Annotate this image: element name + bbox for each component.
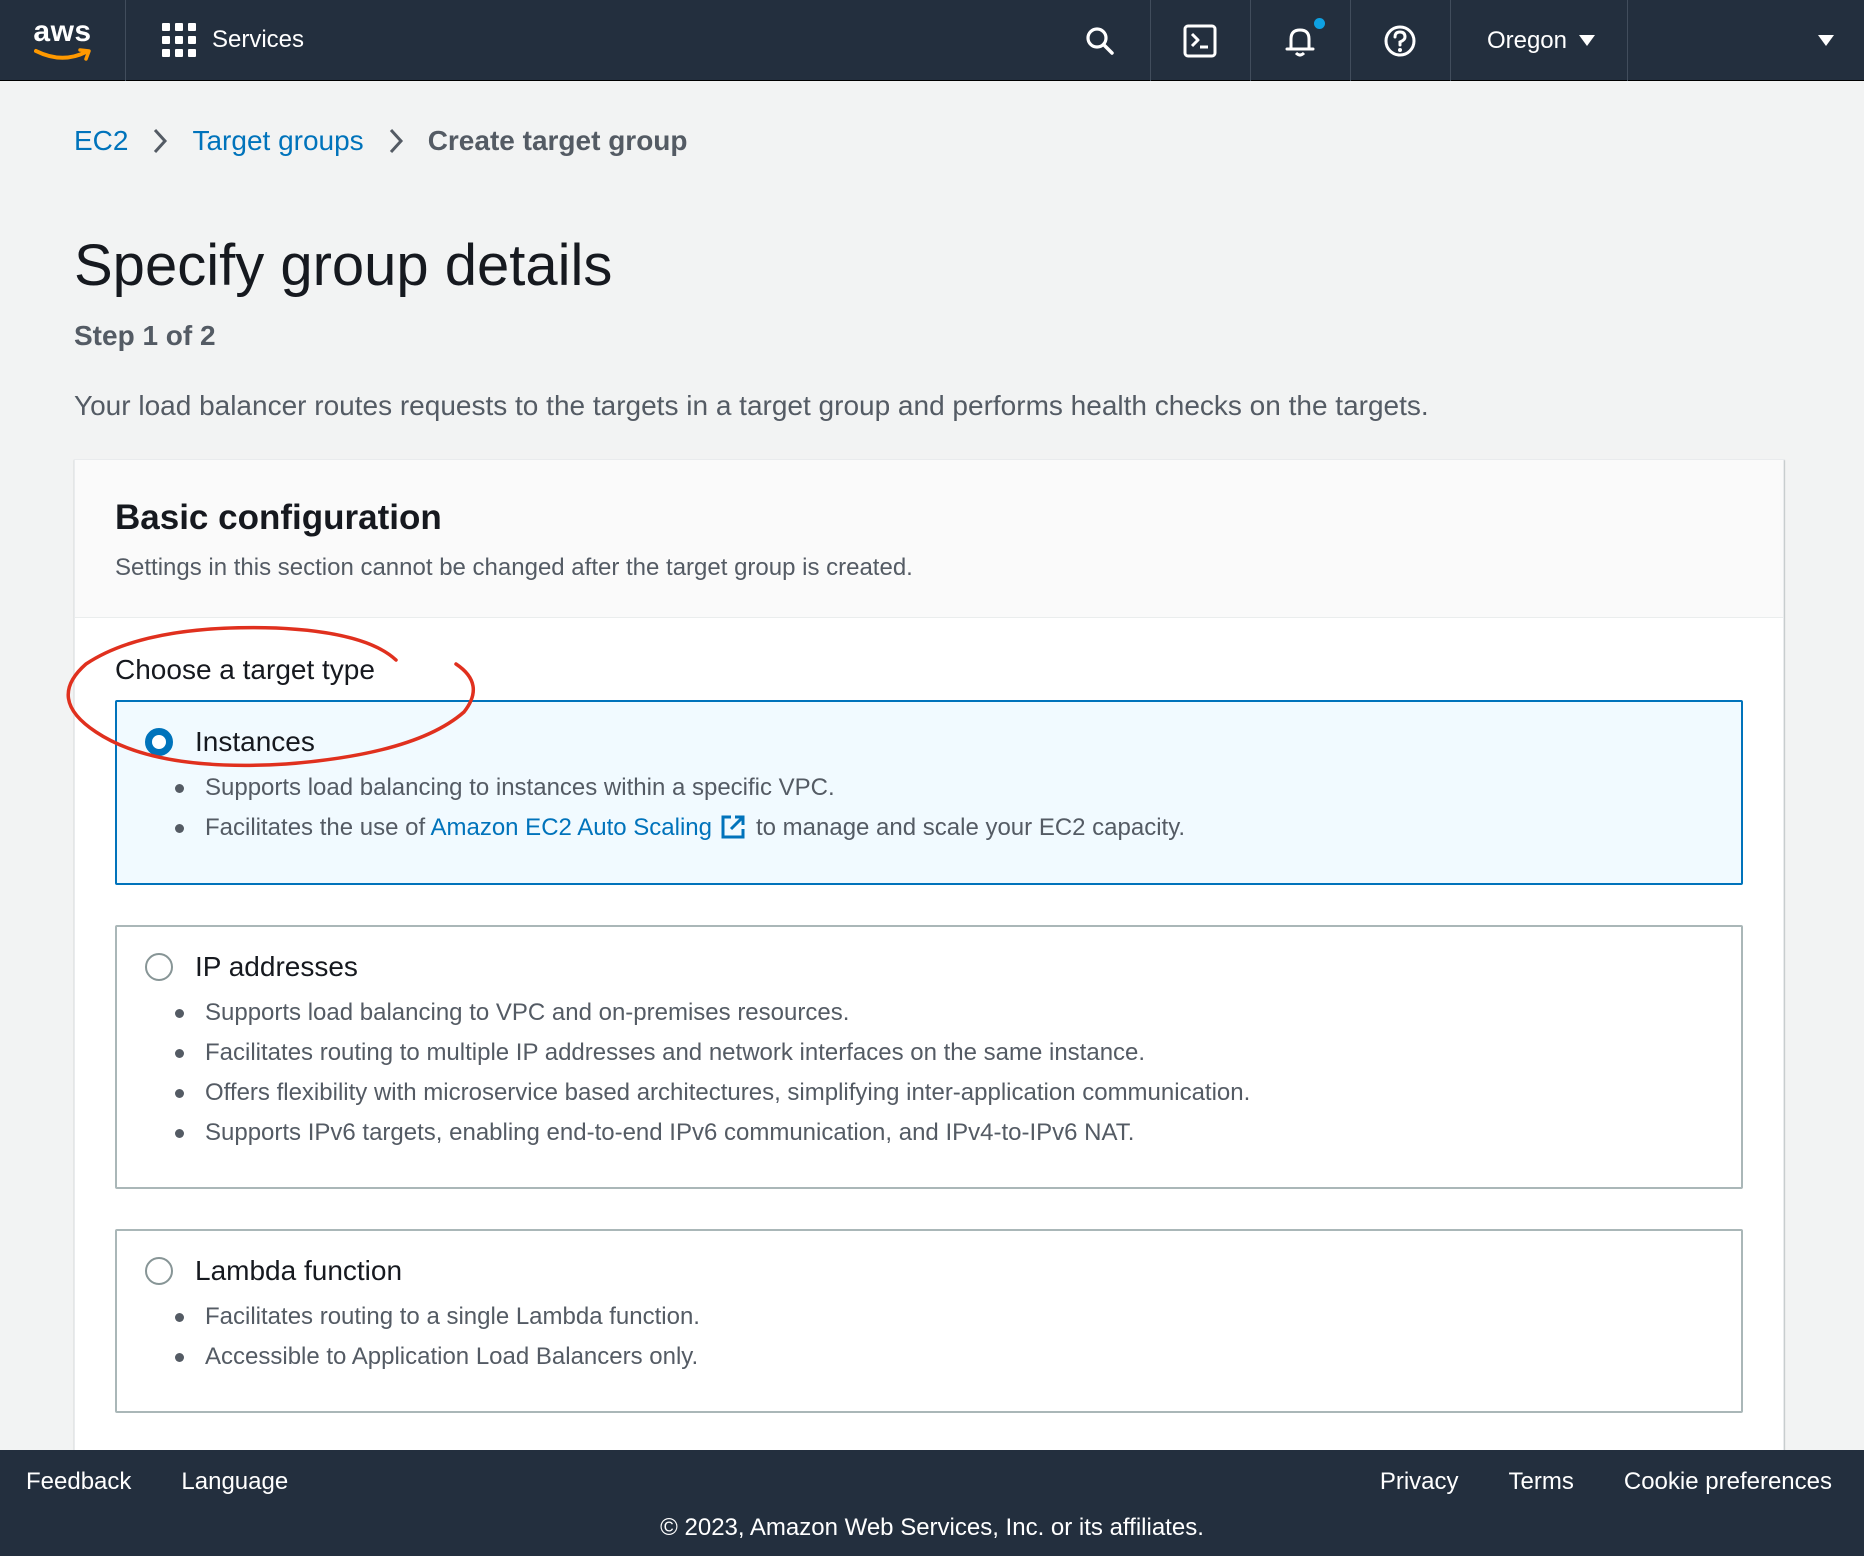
breadcrumb-current: Create target group [427, 125, 688, 156]
external-link-icon[interactable] [720, 814, 746, 840]
step-indicator: Step 1 of 2 [74, 320, 216, 351]
ec2-auto-scaling-link[interactable]: Amazon EC2 Auto Scaling [430, 814, 712, 841]
caret-down-icon [1579, 35, 1595, 46]
instances-bullets: Supports load balancing to instances wit… [117, 768, 1741, 848]
chevron-right-icon [388, 127, 404, 155]
region-label: Oregon [1486, 26, 1567, 54]
ip-addresses-bullets: Supports load balancing to VPC and on-pr… [117, 993, 1741, 1153]
account-menu[interactable] [1628, 0, 1864, 81]
panel-subtitle: Settings in this section cannot be chang… [115, 554, 913, 581]
services-menu-button[interactable]: Services [162, 23, 304, 57]
cloudshell-icon [1183, 24, 1217, 57]
breadcrumb-target-groups[interactable]: Target groups [192, 125, 363, 157]
breadcrumb-ec2[interactable]: EC2 [74, 125, 128, 157]
footer-feedback-link[interactable]: Feedback [26, 1468, 131, 1496]
list-item: Facilitates routing to a single Lambda f… [175, 1297, 1741, 1337]
bullet-text: to manage and scale your EC2 capacity. [755, 814, 1186, 841]
list-item: Supports load balancing to VPC and on-pr… [175, 993, 1741, 1033]
region-selector[interactable]: Oregon [1451, 0, 1628, 81]
list-item: Facilitates the use of Amazon EC2 Auto S… [175, 808, 1741, 848]
breadcrumb: EC2 Target groups Create target group [74, 125, 688, 157]
notifications-button[interactable] [1251, 0, 1351, 81]
search-button[interactable] [1051, 0, 1151, 81]
annotation-ellipse [66, 625, 475, 768]
list-item: Accessible to Application Load Balancers… [175, 1337, 1741, 1377]
target-type-lambda-tile[interactable]: Lambda function Facilitates routing to a… [115, 1229, 1743, 1413]
notification-dot [1313, 18, 1325, 29]
page-description: Your load balancer routes requests to th… [74, 390, 1429, 421]
panel-header: Basic configuration Settings in this sec… [75, 460, 1783, 618]
caret-down-icon [1818, 35, 1834, 46]
target-type-ip-addresses-tile[interactable]: IP addresses Supports load balancing to … [115, 925, 1743, 1189]
tile-label-lambda: Lambda function [195, 1255, 403, 1286]
footer-terms-link[interactable]: Terms [1509, 1468, 1574, 1496]
list-item: Supports load balancing to instances wit… [175, 768, 1741, 808]
lambda-bullets: Facilitates routing to a single Lambda f… [117, 1297, 1741, 1377]
grid-icon [162, 23, 196, 57]
footer: Feedback Language Privacy Terms Cookie p… [0, 1450, 1864, 1556]
list-item: Facilitates routing to multiple IP addre… [175, 1033, 1741, 1073]
chevron-right-icon [152, 127, 168, 155]
list-item: Supports IPv6 targets, enabling end-to-e… [175, 1113, 1741, 1153]
footer-cookie-preferences-link[interactable]: Cookie preferences [1624, 1468, 1832, 1496]
radio-lambda[interactable] [145, 1257, 173, 1285]
help-button[interactable] [1351, 0, 1451, 81]
tile-label-ip-addresses: IP addresses [195, 951, 358, 982]
footer-language-link[interactable]: Language [181, 1468, 288, 1496]
services-label: Services [212, 26, 305, 53]
aws-smile-icon [33, 48, 91, 61]
top-navigation: aws Services Oregon [0, 0, 1864, 81]
bell-icon [1285, 28, 1315, 56]
bullet-text: Facilitates the use of [205, 814, 431, 841]
search-icon [1086, 26, 1115, 55]
page-title: Specify group details [74, 233, 613, 298]
copyright-text: © 2023, Amazon Web Services, Inc. or its… [660, 1514, 1204, 1541]
footer-privacy-link[interactable]: Privacy [1380, 1468, 1459, 1496]
aws-logo-text: aws [33, 15, 92, 48]
list-item: Offers flexibility with microservice bas… [175, 1073, 1741, 1113]
help-icon [1384, 25, 1416, 56]
cloudshell-button[interactable] [1151, 0, 1251, 81]
aws-logo[interactable]: aws [0, 0, 126, 81]
radio-ip-addresses[interactable] [145, 953, 173, 981]
panel-title: Basic configuration [115, 498, 442, 537]
